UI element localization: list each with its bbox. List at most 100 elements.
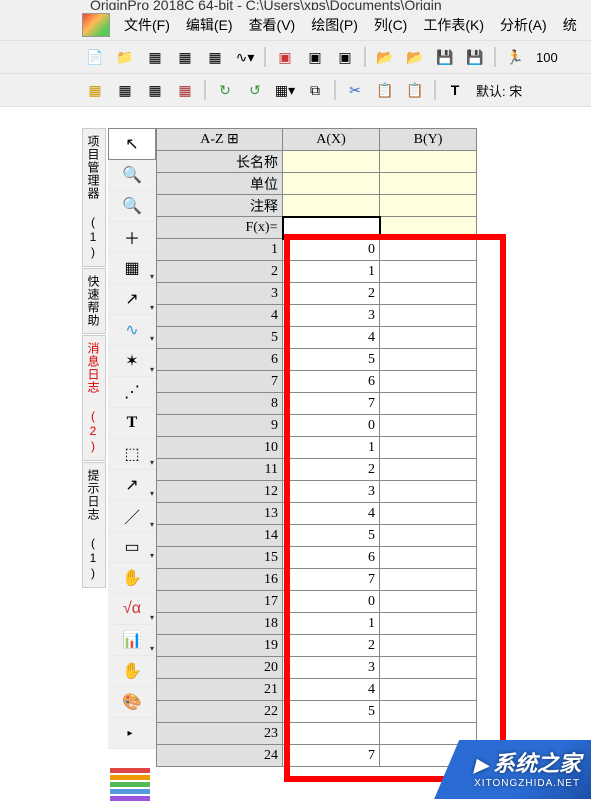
cell-a[interactable]: 7: [283, 393, 380, 415]
longname-b[interactable]: [380, 151, 477, 173]
row-index[interactable]: 24: [157, 745, 283, 767]
new-function-icon[interactable]: ∿▾: [232, 44, 258, 70]
tab-project-explorer[interactable]: 项目管理器 (1): [82, 128, 106, 267]
cell-b[interactable]: [380, 701, 477, 723]
save-icon[interactable]: 💾: [432, 44, 458, 70]
palette-icon[interactable]: 🎨: [108, 687, 156, 718]
row-index[interactable]: 10: [157, 437, 283, 459]
zoom-level[interactable]: 100: [532, 48, 562, 67]
cell-b[interactable]: [380, 591, 477, 613]
cell-a[interactable]: 7: [283, 569, 380, 591]
comments-b[interactable]: [380, 195, 477, 217]
cell-b[interactable]: [380, 415, 477, 437]
font-default-label[interactable]: 默认: 宋: [472, 79, 526, 102]
menu-view[interactable]: 查看(V): [241, 11, 304, 39]
row-index[interactable]: 22: [157, 701, 283, 723]
row-index[interactable]: 15: [157, 547, 283, 569]
cell-b[interactable]: [380, 547, 477, 569]
text-tool-icon[interactable]: T: [108, 408, 156, 439]
cell-a[interactable]: 6: [283, 547, 380, 569]
comments-a[interactable]: [283, 195, 380, 217]
cell-b[interactable]: [380, 745, 477, 767]
cell-a[interactable]: 3: [283, 481, 380, 503]
row-index[interactable]: 20: [157, 657, 283, 679]
new-workbook-icon[interactable]: ▦: [142, 44, 168, 70]
worksheet-table[interactable]: A-Z ⊞ A(X) B(Y) 长名称 单位 注释 F(x)=: [156, 128, 591, 767]
row-index[interactable]: 7: [157, 371, 283, 393]
pointer-tool-icon[interactable]: ↖: [108, 128, 156, 160]
row-index[interactable]: 5: [157, 327, 283, 349]
line-draw-icon[interactable]: ／▾: [108, 501, 156, 532]
cell-b[interactable]: [380, 657, 477, 679]
menu-edit[interactable]: 编辑(E): [178, 11, 241, 39]
cell-b[interactable]: [380, 437, 477, 459]
cell-a[interactable]: 4: [283, 503, 380, 525]
row-index[interactable]: 4: [157, 305, 283, 327]
cell-b[interactable]: [380, 327, 477, 349]
run-icon[interactable]: 🏃: [502, 44, 528, 70]
line-tool-icon[interactable]: ↗▾: [108, 284, 156, 315]
template-2-icon[interactable]: ▣: [302, 44, 328, 70]
new-folder-icon[interactable]: 📁: [112, 44, 138, 70]
menu-column[interactable]: 列(C): [366, 11, 415, 39]
units-a[interactable]: [283, 173, 380, 195]
ws-tool-3-icon[interactable]: ▦: [172, 77, 198, 103]
dots-tool-icon[interactable]: ⋰: [108, 377, 156, 408]
row-index[interactable]: 6: [157, 349, 283, 371]
row-index[interactable]: 9: [157, 415, 283, 437]
ws-tool-1-icon[interactable]: ▦: [112, 77, 138, 103]
fx-a[interactable]: [283, 217, 380, 239]
tab-quick-help[interactable]: 快速帮助: [82, 268, 106, 334]
copy-icon[interactable]: 📋: [372, 77, 398, 103]
cell-a[interactable]: 3: [283, 305, 380, 327]
cell-b[interactable]: [380, 613, 477, 635]
cell-a[interactable]: 1: [283, 613, 380, 635]
cell-a[interactable]: 2: [283, 635, 380, 657]
row-index[interactable]: 14: [157, 525, 283, 547]
import-wizard-icon[interactable]: ▦: [82, 77, 108, 103]
row-index[interactable]: 1: [157, 239, 283, 261]
new-graph-icon[interactable]: ▦: [172, 44, 198, 70]
cell-a[interactable]: 6: [283, 371, 380, 393]
swatch-red[interactable]: [110, 768, 150, 773]
ws-tool-2-icon[interactable]: ▦: [142, 77, 168, 103]
sort-desc-icon[interactable]: ↺: [242, 77, 268, 103]
scatter-tool-icon[interactable]: ∿▾: [108, 315, 156, 346]
cell-a[interactable]: 5: [283, 701, 380, 723]
new-matrix-icon[interactable]: ▦: [202, 44, 228, 70]
arrow-tool-icon[interactable]: ↗▾: [108, 470, 156, 501]
cell-b[interactable]: [380, 283, 477, 305]
cell-a[interactable]: 2: [283, 283, 380, 305]
expand-icon[interactable]: ▸: [108, 718, 156, 749]
row-index[interactable]: 8: [157, 393, 283, 415]
new-project-icon[interactable]: 📄: [82, 44, 108, 70]
crosshair-icon[interactable]: ＋: [108, 222, 156, 253]
cell-a[interactable]: 0: [283, 415, 380, 437]
swatch-orange[interactable]: [110, 775, 150, 780]
menu-analysis[interactable]: 分析(A): [492, 11, 555, 39]
row-index[interactable]: 19: [157, 635, 283, 657]
cell-a[interactable]: 5: [283, 525, 380, 547]
cell-b[interactable]: [380, 371, 477, 393]
add-column-icon[interactable]: ▦▾: [272, 77, 298, 103]
row-index[interactable]: 17: [157, 591, 283, 613]
shape-tool-icon[interactable]: ⬚▾: [108, 439, 156, 470]
cell-b[interactable]: [380, 723, 477, 745]
rect-tool-icon[interactable]: ▭▾: [108, 532, 156, 563]
swatch-green[interactable]: [110, 782, 150, 787]
units-b[interactable]: [380, 173, 477, 195]
stack-icon[interactable]: ⧉: [302, 77, 328, 103]
cell-a[interactable]: 3: [283, 657, 380, 679]
cell-a[interactable]: 7: [283, 745, 380, 767]
hand-2-icon[interactable]: ✋: [108, 656, 156, 687]
swatch-blue[interactable]: [110, 789, 150, 794]
open-icon[interactable]: 📂: [372, 44, 398, 70]
swatch-purple[interactable]: [110, 796, 150, 801]
hand-tool-icon[interactable]: ✋: [108, 563, 156, 594]
template-icon[interactable]: ▣: [272, 44, 298, 70]
menu-plot[interactable]: 绘图(P): [303, 11, 366, 39]
color-swatches[interactable]: [110, 768, 150, 801]
template-3-icon[interactable]: ▣: [332, 44, 358, 70]
sort-asc-icon[interactable]: ↻: [212, 77, 238, 103]
menu-worksheet[interactable]: 工作表(K): [415, 11, 492, 39]
